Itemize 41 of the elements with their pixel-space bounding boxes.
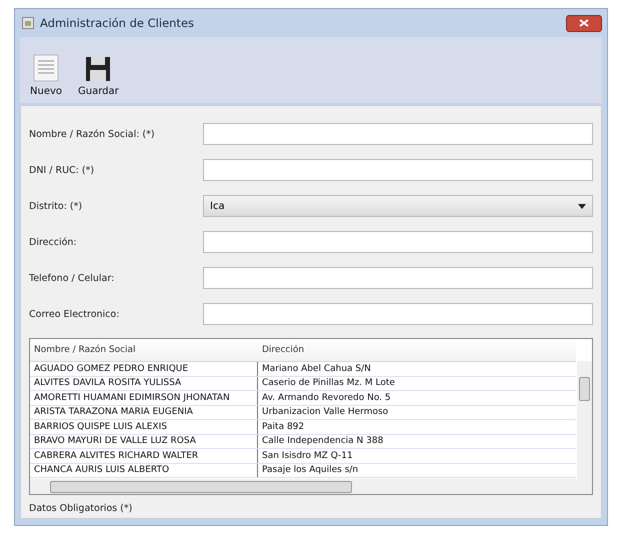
input-field[interactable] [203,231,593,253]
field-label: Nombre / Razón Social: (*) [29,128,156,140]
table-cell: AGUADO GOMEZ PEDRO ENRIQUE [30,362,258,376]
table-cell: CHANCA AURIS LUIS ALBERTO [30,464,258,477]
input-field[interactable] [203,159,593,181]
table-cell-text: San Isisdro MZ Q-11 [261,450,354,461]
field-label: Dirección: [29,236,78,248]
caret-icon [578,204,586,208]
table-cell-text: Pasaje los Aquiles s/n [261,465,360,476]
table-cell-text: Mariano Abel Cahua S/N [261,364,372,374]
document-icon [33,54,59,82]
table-cell: AMORETTI HUAMANI EDIMIRSON JHONATAN [30,391,258,404]
table-cell: BARRIOS QUISPE LUIS ALEXIS [30,420,258,434]
field-label: DNI / RUC: (*) [29,164,96,176]
table-cell-text: Urbanizacion Valle Hermoso [261,407,390,418]
table-cell: CABRERA ALVITES RICHARD WALTER [30,449,258,462]
input-field[interactable] [203,303,593,325]
window-icon [22,17,34,29]
window-title: Administración de Clientes [40,16,194,30]
table-cell-text: Av. Armando Revoredo No. 5 [261,392,392,403]
table-cell: BRAVO MAYURI DE VALLE LUZ ROSA [30,434,258,448]
vertical-scrollbar[interactable] [577,361,592,479]
field-label: Distrito: (*) [29,200,84,212]
table-cell: ALVITES DAVILA ROSITA YULISSA [30,376,258,390]
table-cell-text: Caserio de Pinillas Mz. M Lote [261,378,396,388]
table-cell-text: Paita 892 [261,422,306,432]
required-note: Datos Obligatorios (*) [29,503,134,514]
close-icon [579,19,589,27]
table-cell-text: Calle Independencia N 388 [261,436,384,446]
horizontal-scrollbar[interactable] [30,479,592,494]
input-field[interactable] [203,267,593,289]
column-header[interactable]: Nombre / Razón Social [30,345,258,355]
close-button[interactable] [566,14,602,32]
column-header[interactable]: Dirección [258,345,576,355]
district-dropdown[interactable]: Ica [203,195,593,217]
toolbar-button[interactable]: Nuevo [28,54,64,97]
field-label: Telefono / Celular: [29,272,116,284]
toolbar-button[interactable]: Guardar [76,56,121,97]
field-label: Correo Electronico: [29,308,120,320]
table-cell: ARISTA TARAZONA MARIA EUGENIA [30,406,258,419]
input-field[interactable] [203,123,593,145]
